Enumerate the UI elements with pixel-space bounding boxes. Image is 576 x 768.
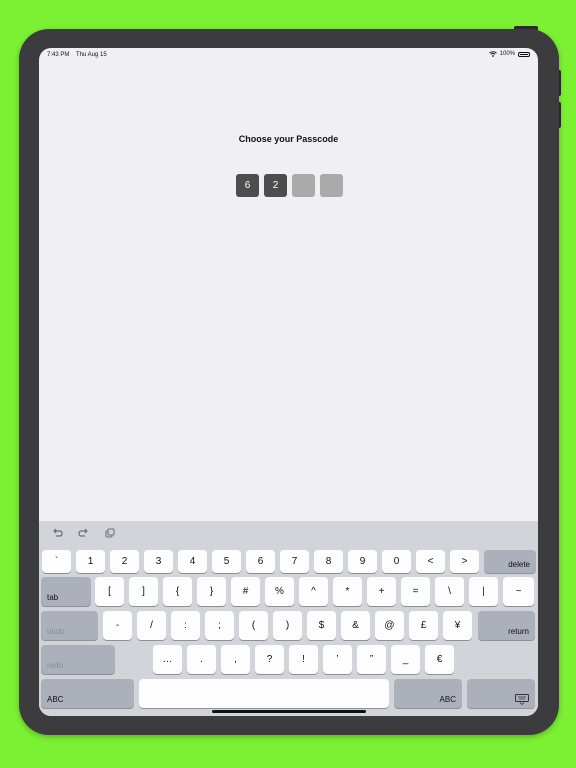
key-semicolon[interactable]: ; <box>205 611 234 640</box>
key-greater-than[interactable]: > <box>450 550 479 573</box>
wifi-icon <box>488 51 497 57</box>
key-slash[interactable]: / <box>137 611 166 640</box>
key-apostrophe[interactable]: ’ <box>323 645 352 674</box>
key-plus[interactable]: + <box>367 577 396 606</box>
key-asterisk[interactable]: * <box>333 577 362 606</box>
key-caret[interactable]: ^ <box>299 577 328 606</box>
status-date: Thu Aug 15 <box>76 52 107 58</box>
keyboard: ` 1 2 3 4 5 6 7 8 9 0 < > delete tab [ ]… <box>39 521 538 716</box>
status-right: 100% <box>488 51 530 57</box>
abc-key-right[interactable]: ABC <box>394 679 462 708</box>
key-9[interactable]: 9 <box>348 550 377 573</box>
key-question[interactable]: ? <box>255 645 284 674</box>
clipboard-icon[interactable] <box>105 528 115 538</box>
battery-icon <box>518 51 530 57</box>
passcode-digit-3 <box>292 174 315 197</box>
passcode-digit-2: 2 <box>264 174 287 197</box>
key-right-brace[interactable]: } <box>197 577 226 606</box>
key-8[interactable]: 8 <box>314 550 343 573</box>
key-exclamation[interactable]: ! <box>289 645 318 674</box>
key-ampersand[interactable]: & <box>341 611 370 640</box>
key-right-paren[interactable]: ) <box>273 611 302 640</box>
key-comma[interactable]: , <box>221 645 250 674</box>
key-backslash[interactable]: \ <box>435 577 464 606</box>
key-at[interactable]: @ <box>375 611 404 640</box>
undo-key[interactable]: undo <box>41 611 98 640</box>
key-left-paren[interactable]: ( <box>239 611 268 640</box>
key-left-bracket[interactable]: [ <box>95 577 124 606</box>
key-2[interactable]: 2 <box>110 550 139 573</box>
status-time: 7:43 PM <box>47 52 70 58</box>
key-backtick[interactable]: ` <box>42 550 71 573</box>
key-5[interactable]: 5 <box>212 550 241 573</box>
key-ellipsis[interactable]: … <box>153 645 182 674</box>
key-pipe[interactable]: | <box>469 577 498 606</box>
delete-key[interactable]: delete <box>484 550 536 573</box>
key-less-than[interactable]: < <box>416 550 445 573</box>
key-tilde[interactable]: ~ <box>503 577 534 606</box>
passcode-digit-4 <box>320 174 343 197</box>
key-pound[interactable]: £ <box>409 611 438 640</box>
keyboard-dismiss-key[interactable] <box>467 679 535 708</box>
keyboard-dismiss-icon <box>515 694 529 705</box>
key-period[interactable]: . <box>187 645 216 674</box>
key-1[interactable]: 1 <box>76 550 105 573</box>
key-dollar[interactable]: $ <box>307 611 336 640</box>
key-7[interactable]: 7 <box>280 550 309 573</box>
passcode-digit-1: 6 <box>236 174 259 197</box>
key-hash[interactable]: # <box>231 577 260 606</box>
passcode-title: Choose your Passcode <box>238 134 339 144</box>
key-3[interactable]: 3 <box>144 550 173 573</box>
key-left-brace[interactable]: { <box>163 577 192 606</box>
home-indicator[interactable] <box>212 710 366 713</box>
status-bar: 7:43 PM Thu Aug 15 100% <box>39 48 538 62</box>
key-yen[interactable]: ¥ <box>443 611 472 640</box>
screen: 7:43 PM Thu Aug 15 100% Choose your Pass… <box>39 48 538 716</box>
key-hyphen[interactable]: - <box>103 611 132 640</box>
return-key[interactable]: return <box>478 611 535 640</box>
key-underscore[interactable]: _ <box>391 645 420 674</box>
keyboard-toolbar <box>39 521 538 547</box>
key-equals[interactable]: = <box>401 577 430 606</box>
key-right-bracket[interactable]: ] <box>129 577 158 606</box>
redo-key[interactable]: redo <box>41 645 115 674</box>
key-percent[interactable]: % <box>265 577 294 606</box>
space-bar[interactable] <box>139 679 389 708</box>
key-4[interactable]: 4 <box>178 550 207 573</box>
passcode-boxes: 6 2 <box>236 174 343 197</box>
key-quote[interactable]: ” <box>357 645 386 674</box>
redo-arrow-icon[interactable] <box>78 528 90 538</box>
key-euro[interactable]: € <box>425 645 454 674</box>
tab-key[interactable]: tab <box>41 577 91 606</box>
key-0[interactable]: 0 <box>382 550 411 573</box>
abc-key-left[interactable]: ABC <box>41 679 134 708</box>
battery-percent: 100% <box>499 51 515 57</box>
undo-arrow-icon[interactable] <box>51 528 63 538</box>
key-6[interactable]: 6 <box>246 550 275 573</box>
key-colon[interactable]: : <box>171 611 200 640</box>
